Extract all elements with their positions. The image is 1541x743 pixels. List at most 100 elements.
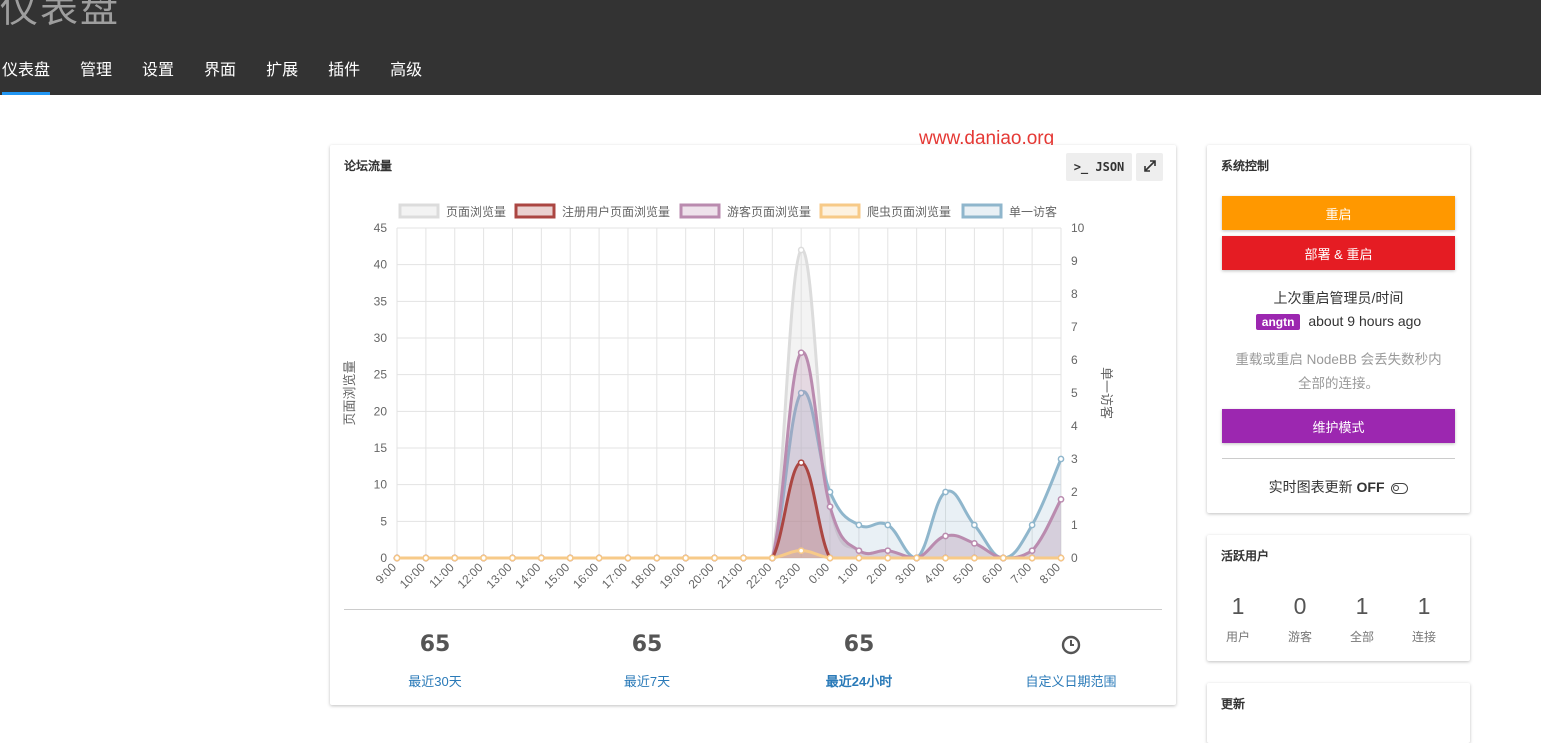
expand-button[interactable] [1136,153,1163,181]
data-point [480,554,487,562]
x-tick-label: 12:00 [455,560,486,591]
data-point [884,547,892,555]
data-point [1028,547,1036,555]
data-point [1057,455,1065,463]
traffic-chart: 0510152025303540450123456789109:0010:001… [342,203,1114,591]
y2-tick-label: 1 [1071,518,1078,532]
data-point [393,554,401,562]
y2-tick-label: 7 [1071,320,1078,334]
y2-tick-label: 10 [1071,221,1085,235]
restart-warning-line2: 全部的连接。 [1298,376,1379,391]
y2-tick-label: 0 [1071,551,1078,565]
y-tick-label: 25 [374,368,388,382]
series-area [397,391,1061,558]
updates-panel: 更新 [1207,683,1470,743]
data-point [711,554,718,562]
expand-icon [1143,159,1156,175]
data-point [768,554,776,562]
x-tick-label: 18:00 [628,560,659,591]
data-point [624,554,632,562]
data-point [537,554,545,562]
data-point [682,554,690,562]
count-label: 游客 [1287,630,1312,644]
x-tick-label: 3:00 [892,560,919,587]
x-tick-label: 6:00 [979,560,1006,587]
tab-advanced[interactable]: 高级 [375,52,437,90]
active-users-guests: 0 游客 [1280,593,1320,645]
active-users-panel: 活跃用户 1 用户 0 游客 1 全部 1 连接 [1207,535,1470,661]
y-tick-label: 10 [374,478,388,492]
main-nav: 仪表盘 管理 设置 界面 扩展 插件 高级 [0,52,437,95]
data-point [1057,554,1065,562]
x-tick-label: 1:00 [835,560,862,587]
x-tick-label: 19:00 [657,560,688,591]
tab-manage[interactable]: 管理 [65,52,127,90]
data-point [797,246,805,254]
restart-warning-line1: 重载或重启 NodeBB 会丢失数秒内 [1235,352,1442,367]
y-tick-label: 20 [374,404,388,418]
tab-appearance[interactable]: 界面 [189,52,251,90]
stat-link-7-days[interactable]: 最近7天 [547,671,747,690]
y-tick-label: 35 [374,294,388,308]
y2-tick-label: 6 [1071,353,1078,367]
restart-button[interactable]: 重启 [1222,196,1455,230]
system-control-panel: 系统控制 重启 部署 & 重启 上次重启管理员/时间 angtn about 9… [1207,145,1470,513]
stat-link-custom-range[interactable]: 自定义日期范围 [971,671,1171,690]
rebuild-restart-button[interactable]: 部署 & 重启 [1222,236,1455,270]
x-tick-label: 7:00 [1008,560,1035,587]
x-tick-label: 11:00 [426,560,457,591]
stat-link-24-hours[interactable]: 最近24小时 [759,671,959,690]
y-axis-label: 页面浏览量 [342,360,357,425]
user-badge[interactable]: angtn [1255,314,1301,330]
y-tick-label: 45 [374,221,388,235]
count-label: 用户 [1225,630,1250,644]
stat-link-30-days[interactable]: 最近30天 [335,671,535,690]
count-label: 全部 [1349,630,1374,644]
last-restart-time: about 9 hours ago [1308,313,1422,329]
data-point [913,554,921,562]
y2-tick-label: 2 [1071,485,1078,499]
data-point [451,554,459,562]
legend-label: 游客页面浏览量 [727,204,811,219]
y2-tick-label: 8 [1071,287,1078,301]
last-restart-info: angtn about 9 hours ago [1207,313,1470,330]
data-point [855,547,863,555]
divider [1222,458,1455,459]
legend-label: 单一访客 [1009,204,1057,219]
toggle-icon[interactable] [1391,482,1409,494]
count-label: 连接 [1411,630,1436,644]
y2-axis-label: 单一访客 [1099,367,1114,419]
legend-label: 注册用户页面浏览量 [562,204,670,219]
tab-plugins[interactable]: 插件 [313,52,375,90]
count-value: 1 [1355,593,1369,619]
x-tick-label: 21:00 [714,560,745,591]
json-button[interactable]: >_ JSON [1066,153,1132,181]
count-value: 1 [1417,593,1431,619]
stat-custom-range: 自定义日期范围 [971,629,1171,690]
active-users-connections: 1 连接 [1404,593,1444,645]
x-tick-label: 9:00 [373,560,400,587]
top-header: 仪表盘 仪表盘 管理 设置 界面 扩展 插件 高级 [0,0,1541,95]
realtime-toggle-row[interactable]: 实时图表更新 OFF [1207,477,1470,497]
data-point [797,459,805,467]
stat-24-hours: 65 最近24小时 [759,629,959,690]
chart-divider [344,609,1162,610]
data-point [942,532,949,540]
tab-extend[interactable]: 扩展 [251,52,313,90]
realtime-state: OFF [1356,479,1385,495]
data-point [566,554,574,562]
x-tick-label: 14:00 [512,560,543,591]
maintenance-mode-button[interactable]: 维护模式 [1222,409,1455,443]
count-value: 0 [1293,593,1307,619]
legend-swatch [398,203,440,219]
legend-swatch [819,203,861,219]
data-point [999,554,1007,562]
active-users-total: 1 全部 [1342,593,1382,645]
tab-dashboard[interactable]: 仪表盘 [0,52,65,95]
tab-settings[interactable]: 设置 [127,52,189,90]
x-tick-label: 8:00 [1037,560,1064,587]
x-tick-label: 10:00 [397,560,428,591]
realtime-label: 实时图表更新 [1268,479,1353,495]
traffic-panel: 论坛流量 >_ JSON 0 5 10 15 20 25 30 35 40 45 0 1 2 3 4 5 6 7 8… [330,145,1176,705]
x-tick-label: 23:00 [772,560,803,591]
